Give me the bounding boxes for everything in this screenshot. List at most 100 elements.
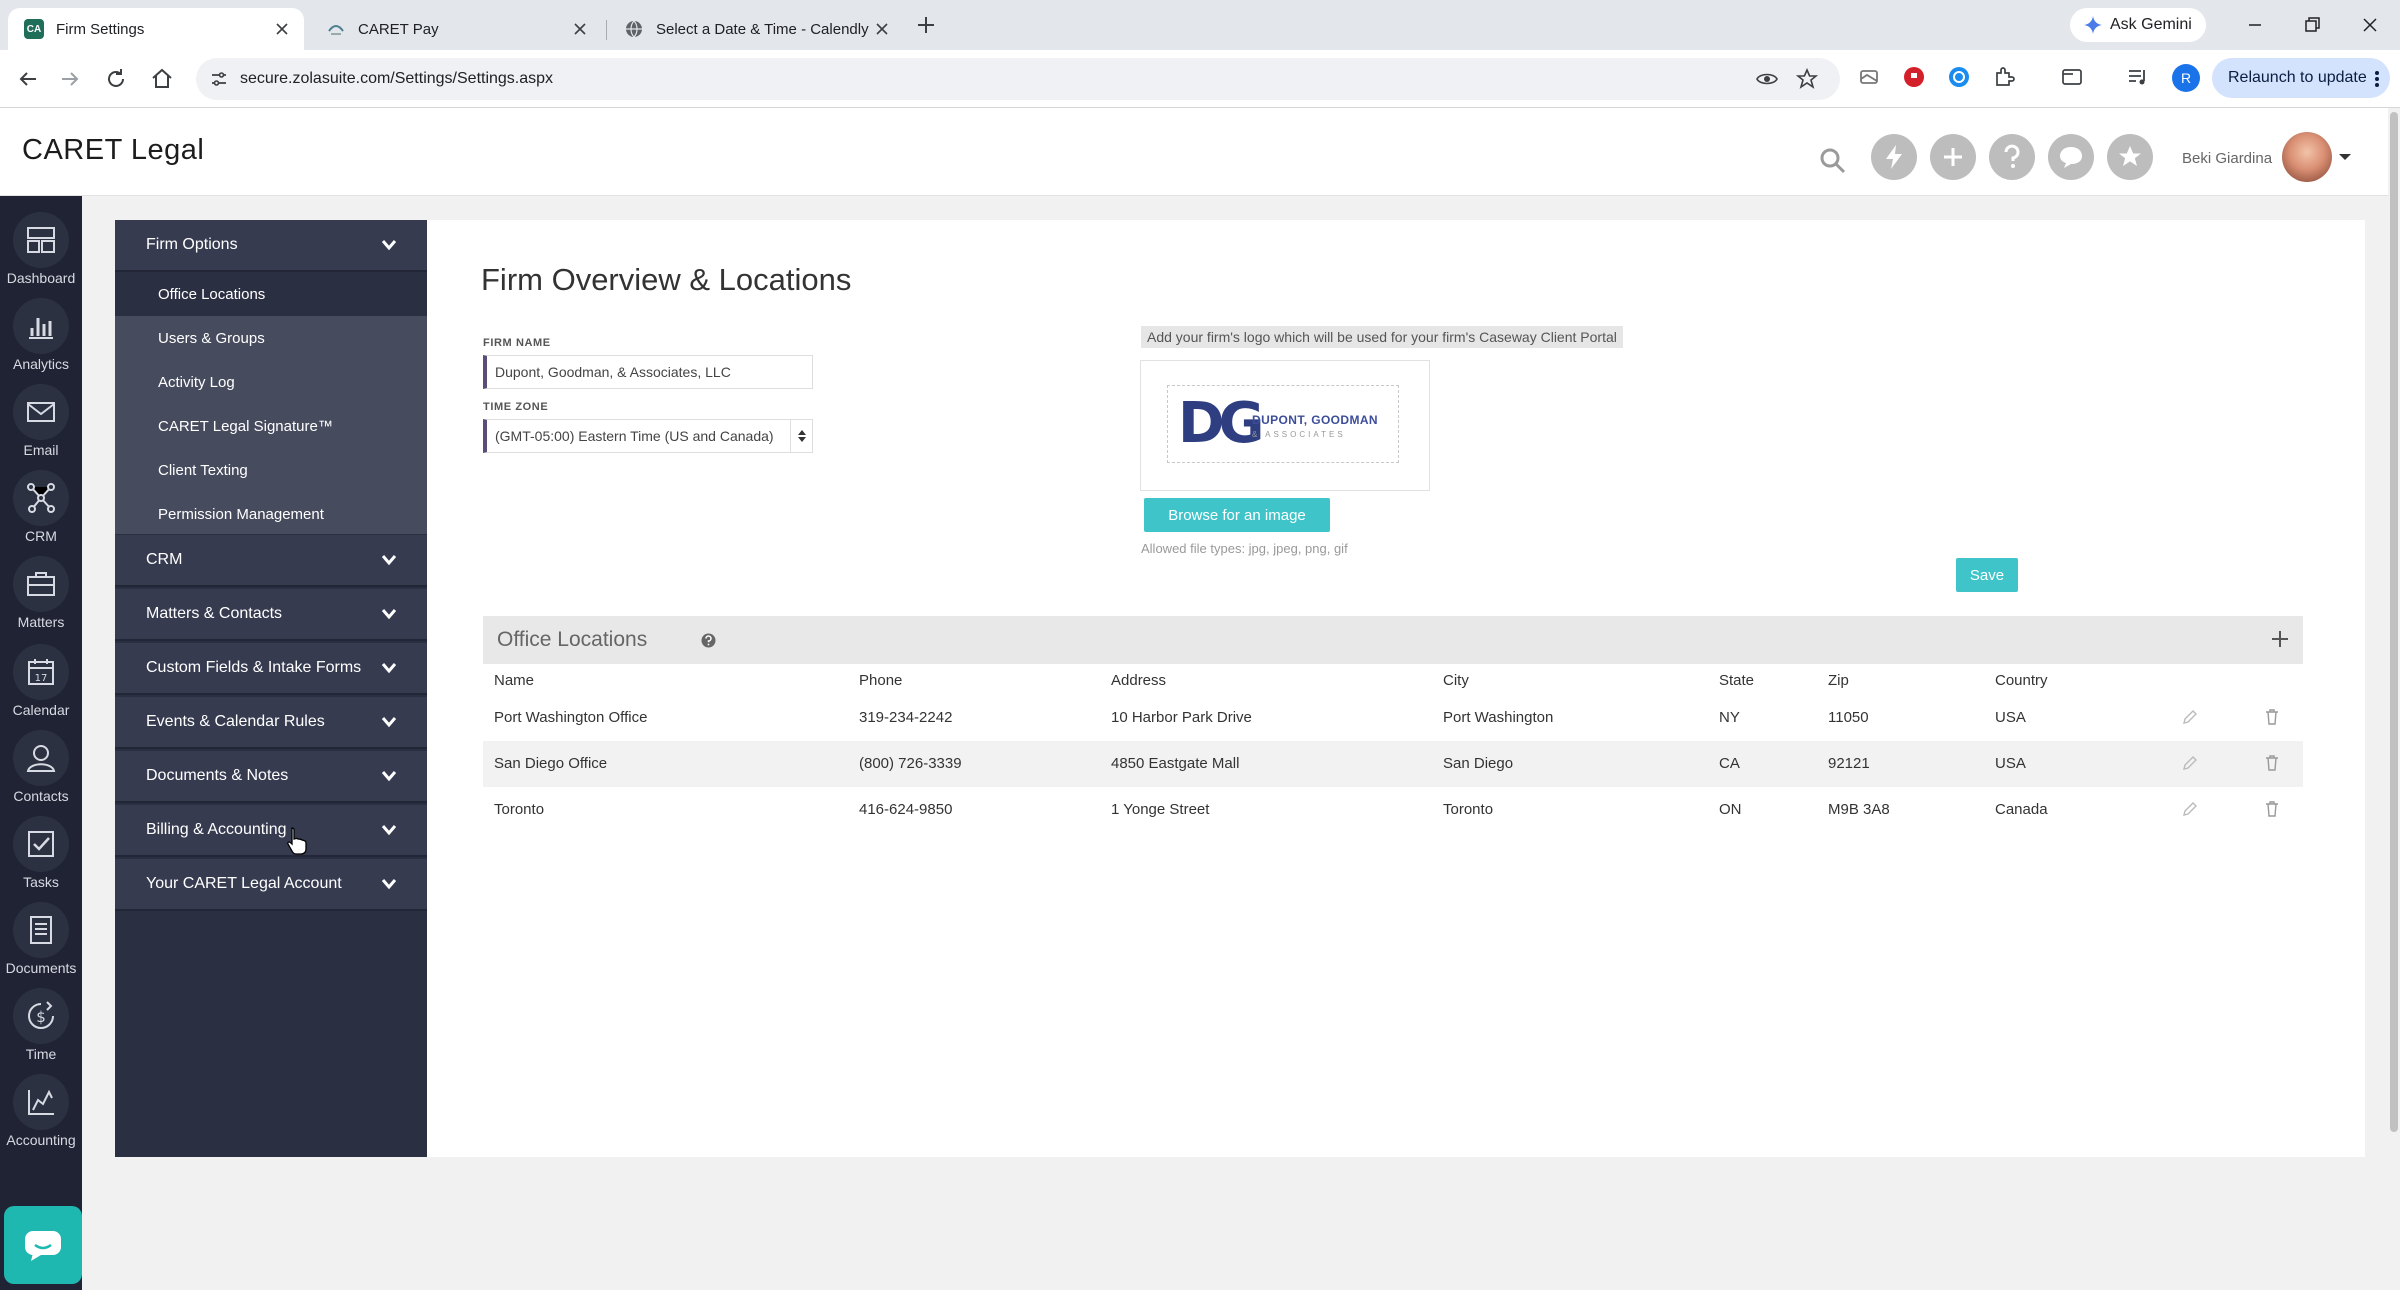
nav-section-documents-notes[interactable]: Documents & Notes [115, 751, 427, 803]
firm-logo-image: DG DUPONT, GOODMAN & ASSOCIATES [1167, 385, 1399, 463]
cell-phone: 319-234-2242 [859, 709, 953, 726]
nav-section-custom-fields[interactable]: Custom Fields & Intake Forms [115, 643, 427, 695]
user-avatar[interactable] [2282, 132, 2332, 182]
rail-calendar[interactable]: 17 Calendar [0, 636, 82, 722]
help-button[interactable] [1989, 134, 2035, 180]
rail-matters[interactable]: Matters [0, 548, 82, 634]
rail-email[interactable]: Email [0, 376, 82, 462]
favorites-button[interactable] [2107, 134, 2153, 180]
add-location-icon[interactable] [2269, 628, 2291, 650]
rail-analytics[interactable]: Analytics [0, 290, 82, 376]
nav-item-activity-log[interactable]: Activity Log [115, 360, 427, 404]
time-zone-select[interactable]: (GMT-05:00) Eastern Time (US and Canada) [483, 419, 813, 453]
user-name[interactable]: Beki Giardina [2182, 150, 2272, 167]
nav-item-label: Activity Log [158, 373, 235, 391]
nav-section-label: Matters & Contacts [146, 605, 283, 622]
media-control-icon[interactable] [2126, 65, 2150, 89]
more-menu-icon[interactable] [2374, 70, 2380, 88]
cell-zip: 92121 [1828, 755, 1870, 772]
close-icon[interactable] [874, 21, 890, 37]
tab-caret-pay[interactable]: CARET Pay [310, 8, 602, 50]
new-tab-icon[interactable] [914, 13, 938, 37]
edit-pencil-icon[interactable] [2181, 708, 2199, 726]
back-icon[interactable] [14, 65, 42, 93]
nav-section-crm[interactable]: CRM [115, 535, 427, 587]
app-rail: Dashboard Analytics Email CRM Matters 17… [0, 196, 82, 1290]
nav-item-users-groups[interactable]: Users & Groups [115, 316, 427, 360]
support-chat-button[interactable] [4, 1206, 82, 1284]
column-header-zip: Zip [1828, 672, 1849, 689]
nav-section-matters-contacts[interactable]: Matters & Contacts [115, 589, 427, 641]
chat-button[interactable] [2048, 134, 2094, 180]
forward-icon[interactable] [56, 65, 84, 93]
edit-pencil-icon[interactable] [2181, 754, 2199, 772]
quick-actions-button[interactable] [1871, 134, 1917, 180]
extension-blue-icon[interactable] [1947, 65, 1971, 89]
profile-avatar[interactable]: R [2172, 64, 2200, 92]
nav-section-label: Custom Fields & Intake Forms [146, 659, 362, 676]
star-icon [2119, 146, 2141, 166]
relaunch-button[interactable]: Relaunch to update [2212, 58, 2390, 98]
office-locations-header: Office Locations [483, 616, 2303, 664]
search-icon[interactable] [1818, 146, 1848, 176]
rail-contacts[interactable]: Contacts [0, 722, 82, 808]
reload-icon[interactable] [102, 65, 130, 93]
save-button[interactable]: Save [1956, 558, 2018, 592]
rail-documents[interactable]: Documents [0, 894, 82, 980]
ask-gemini-button[interactable]: Ask Gemini [2070, 8, 2206, 42]
page-scrollbar[interactable] [2388, 108, 2400, 1290]
rail-dashboard[interactable]: Dashboard [0, 204, 82, 290]
omnibox[interactable]: secure.zolasuite.com/Settings/Settings.a… [196, 58, 1840, 100]
rail-label: Dashboard [6, 270, 76, 286]
delete-trash-icon[interactable] [2263, 754, 2281, 772]
nav-item-office-locations[interactable]: Office Locations [115, 272, 427, 316]
delete-trash-icon[interactable] [2263, 708, 2281, 726]
bookmark-star-icon[interactable] [1796, 68, 1818, 90]
rail-crm[interactable]: CRM [0, 462, 82, 548]
tab-firm-settings[interactable]: CA Firm Settings [8, 8, 304, 50]
rail-time[interactable]: $ Time [0, 980, 82, 1066]
extension-screenshot-icon[interactable] [1857, 65, 1881, 89]
tab-calendly[interactable]: Select a Date & Time - Calendly [608, 8, 904, 50]
nav-item-signature[interactable]: CARET Legal Signature™ [115, 404, 427, 448]
close-icon[interactable] [274, 21, 290, 37]
nav-section-account[interactable]: Your CARET Legal Account [115, 859, 427, 911]
add-new-button[interactable] [1930, 134, 1976, 180]
nav-section-billing-accounting[interactable]: Billing & Accounting [115, 805, 427, 857]
close-icon[interactable] [572, 21, 588, 37]
svg-text:$: $ [36, 1008, 46, 1026]
chevron-down-icon [381, 240, 397, 251]
gemini-icon [2084, 16, 2102, 34]
rail-accounting[interactable]: Accounting [0, 1066, 82, 1152]
close-window-icon[interactable] [2358, 13, 2382, 37]
extensions-puzzle-icon[interactable] [1992, 65, 2016, 89]
table-row[interactable]: Toronto 416-624-9850 1 Yonge Street Toro… [483, 787, 2303, 833]
help-circle-icon[interactable] [701, 633, 716, 648]
chevron-down-icon[interactable] [2338, 152, 2352, 162]
tab-title: Select a Date & Time - Calendly [656, 20, 869, 38]
home-icon[interactable] [148, 65, 176, 93]
briefcase-icon [27, 572, 55, 596]
nav-item-client-texting[interactable]: Client Texting [115, 448, 427, 492]
nav-section-firm-options[interactable]: Firm Options [115, 220, 427, 272]
site-settings-icon[interactable] [208, 68, 230, 90]
edit-pencil-icon[interactable] [2181, 800, 2199, 818]
email-icon [27, 402, 55, 422]
rail-tasks[interactable]: Tasks [0, 808, 82, 894]
restore-icon[interactable] [2300, 13, 2324, 37]
firm-name-input[interactable]: Dupont, Goodman, & Associates, LLC [483, 355, 813, 389]
minimize-icon[interactable] [2243, 13, 2267, 37]
delete-trash-icon[interactable] [2263, 800, 2281, 818]
caret-legal-logo[interactable]: CARET Legal [22, 134, 204, 167]
extension-red-icon[interactable] [1902, 65, 1926, 89]
eye-icon[interactable] [1756, 68, 1778, 90]
browse-image-button[interactable]: Browse for an image [1144, 498, 1330, 532]
allowed-file-types: Allowed file types: jpg, jpeg, png, gif [1141, 541, 1348, 556]
documents-icon [30, 916, 52, 944]
nav-item-permission-management[interactable]: Permission Management [115, 492, 427, 536]
tab-search-icon[interactable] [2060, 65, 2084, 89]
scrollbar-thumb[interactable] [2390, 112, 2398, 1132]
nav-section-events-calendar[interactable]: Events & Calendar Rules [115, 697, 427, 749]
table-row[interactable]: Port Washington Office 319-234-2242 10 H… [483, 695, 2303, 741]
table-row[interactable]: San Diego Office (800) 726-3339 4850 Eas… [483, 741, 2303, 787]
